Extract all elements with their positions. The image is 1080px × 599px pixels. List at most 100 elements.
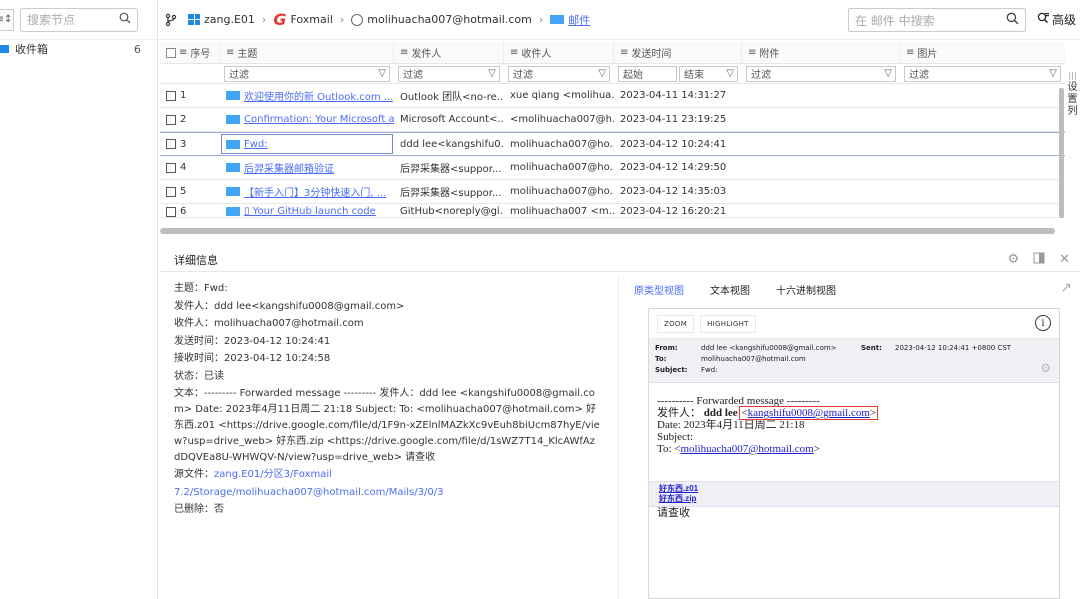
tree-item-inbox[interactable]: 收件箱 6 xyxy=(0,40,157,58)
detail-sent-time: 发送时间：2023-04-12 10:24:41 xyxy=(174,335,331,347)
row-checkbox[interactable] xyxy=(166,139,176,149)
detail-panel-header: 详细信息 ⚙ ✕ xyxy=(160,248,1080,272)
cell-time: 2023-04-12 10:24:41 xyxy=(620,138,727,150)
panel-divider[interactable] xyxy=(618,276,619,599)
cell-seq-value: 2 xyxy=(180,114,187,125)
tab-raw-view[interactable]: 原类型视图 xyxy=(634,282,684,297)
cell-to: molihuacha007@ho... xyxy=(510,138,614,150)
info-icon[interactable]: i xyxy=(1035,315,1051,331)
cell-subject[interactable]: Confirmation: Your Microsoft a... xyxy=(220,108,394,131)
settings-icon[interactable]: ⚙ xyxy=(1007,252,1019,268)
cell-attachment xyxy=(742,133,900,155)
node-tree-toolbar: ≡↕ 搜索节点 xyxy=(0,0,157,40)
sort-icon: ≡↕ xyxy=(0,14,13,25)
filter-image-input[interactable]: 过滤 ▽ xyxy=(904,65,1061,82)
gear-icon[interactable]: ⚙ xyxy=(1040,362,1051,374)
filter-icon[interactable]: ▽ xyxy=(884,68,892,79)
select-all-checkbox[interactable] xyxy=(166,47,176,58)
tab-text-view[interactable]: 文本视图 xyxy=(710,282,750,297)
column-menu-icon: ≡ xyxy=(510,47,519,58)
column-header-seq[interactable]: ≡ 序号 xyxy=(160,42,220,63)
mail-table: ≡ 序号 ≡ 主题 ≡ 发件人 ≡ 收件人 ≡ 发送时间 ≡ 附件 ≡ 图片 过滤 ▽ 过滤 ▽ … xyxy=(160,42,1065,234)
filter-from-input[interactable]: 过滤 ▽ xyxy=(398,65,500,82)
filter-icon[interactable]: ▽ xyxy=(726,68,734,79)
body-from-name: ddd lee xyxy=(703,407,738,419)
branch-icon[interactable] xyxy=(162,11,180,29)
sort-tree-button[interactable]: ≡↕ xyxy=(0,8,14,31)
filter-to-input[interactable]: 过滤 ▽ xyxy=(508,65,610,82)
filter-time-end[interactable]: 结束 ▽ xyxy=(679,65,738,82)
open-external-icon[interactable]: ↗ xyxy=(1060,280,1072,296)
filter-attachment-input[interactable]: 过滤 ▽ xyxy=(746,65,896,82)
table-horizontal-scrollbar[interactable] xyxy=(160,228,1055,234)
advanced-search-icon xyxy=(1037,12,1050,28)
table-row[interactable]: 1 欢迎使用你的新 Outlook.com ... Outlook 团队<no-… xyxy=(160,84,1065,108)
column-header-subject[interactable]: ≡ 主题 xyxy=(220,42,394,63)
cell-subject[interactable]: 【新手入门】3分钟快速入门, ... xyxy=(220,180,394,203)
body-from-email-link[interactable]: kangshifu0008@gmail.com xyxy=(748,407,870,419)
table-vertical-scrollbar[interactable] xyxy=(1059,88,1064,218)
filter-cell-to: 过滤 ▽ xyxy=(504,64,614,83)
split-view-icon[interactable] xyxy=(1033,252,1045,268)
mail-search-input[interactable]: 在 邮件 中搜索 xyxy=(848,8,1026,32)
table-row[interactable]: 6 ▯ Your GitHub launch code GitHub<norep… xyxy=(160,204,1065,218)
column-header-attachment[interactable]: ≡ 附件 xyxy=(742,42,900,63)
table-row-selected[interactable]: 3 Fwd: ddd lee<kangshifu0... molihuacha0… xyxy=(160,132,1065,156)
row-checkbox[interactable] xyxy=(166,90,176,101)
row-checkbox[interactable] xyxy=(166,114,176,125)
table-row[interactable]: 5 【新手入门】3分钟快速入门, ... 后羿采集器<suppor... mol… xyxy=(160,180,1065,204)
filter-icon[interactable]: ▽ xyxy=(378,68,386,79)
close-icon[interactable]: ✕ xyxy=(1059,252,1070,268)
column-header-image[interactable]: ≡ 图片 xyxy=(900,42,1065,63)
header-sent-value: 2023-04-12 10:24:41 +0800 CST xyxy=(895,344,1012,352)
tree-item-count: 6 xyxy=(134,42,141,56)
body-to-email-link[interactable]: molihuacha007@hotmail.com xyxy=(680,443,813,455)
filter-icon[interactable]: ▽ xyxy=(1049,68,1057,79)
breadcrumb-folder[interactable]: 邮件 xyxy=(568,12,590,28)
cell-subject[interactable]: 后羿采集器邮箱验证 xyxy=(220,156,394,179)
filter-subject-input[interactable]: 过滤 ▽ xyxy=(224,65,390,82)
attachment-link[interactable]: 好东西.z01 xyxy=(659,484,1051,494)
column-menu-icon: ≡ xyxy=(179,47,188,58)
node-search-input[interactable]: 搜索节点 xyxy=(20,7,138,32)
cell-seq-value: 1 xyxy=(180,90,187,101)
detail-source-link[interactable]: zang.E01/分区3/Foxmail 7.2/Storage/molihua… xyxy=(174,469,443,498)
header-subject-key: Subject: xyxy=(655,366,688,374)
row-checkbox[interactable] xyxy=(166,186,176,197)
body-to-line: To: <molihuacha007@hotmail.com> xyxy=(657,443,820,455)
column-menu-icon: ≡ xyxy=(620,47,629,58)
tab-hex-view[interactable]: 十六进制视图 xyxy=(776,282,836,297)
highlight-button[interactable]: HIGHLIGHT xyxy=(700,314,756,333)
column-menu-icon: ≡ xyxy=(748,47,757,58)
filter-time-start[interactable]: 起始 xyxy=(618,65,677,82)
column-header-time[interactable]: ≡ 发送时间 xyxy=(614,42,742,63)
column-header-from[interactable]: ≡ 发件人 xyxy=(394,42,504,63)
filter-icon[interactable]: ▽ xyxy=(598,68,606,79)
breadcrumb-app[interactable]: Foxmail xyxy=(290,13,332,26)
column-settings-label: 置 xyxy=(1067,94,1078,105)
column-settings-icon: ||| xyxy=(1068,71,1077,80)
cell-subject[interactable]: ▯ Your GitHub launch code xyxy=(220,206,394,217)
row-checkbox[interactable] xyxy=(166,162,176,173)
filter-placeholder: 过滤 xyxy=(513,70,533,81)
cell-subject[interactable]: Fwd: xyxy=(220,133,394,155)
column-settings-button[interactable]: ||| 设 置 列 xyxy=(1065,42,1080,232)
table-header: ≡ 序号 ≡ 主题 ≡ 发件人 ≡ 收件人 ≡ 发送时间 ≡ 附件 ≡ 图片 xyxy=(160,42,1065,64)
column-header-to[interactable]: ≡ 收件人 xyxy=(504,42,614,63)
filter-cell-from: 过滤 ▽ xyxy=(394,64,504,83)
table-row[interactable]: 4 后羿采集器邮箱验证 后羿采集器<suppor... molihuacha00… xyxy=(160,156,1065,180)
row-checkbox[interactable] xyxy=(166,206,176,217)
breadcrumb-device[interactable]: zang.E01 xyxy=(204,13,255,26)
cell-subject[interactable]: 欢迎使用你的新 Outlook.com ... xyxy=(220,84,394,107)
cell-from: ddd lee<kangshifu0... xyxy=(400,138,504,150)
cell-time: 2023-04-11 23:19:25 xyxy=(620,114,727,125)
cell-to: molihuacha007@ho... xyxy=(510,162,614,173)
advanced-search-button[interactable]: 高级 xyxy=(1037,11,1076,28)
table-row[interactable]: 2 Confirmation: Your Microsoft a... Micr… xyxy=(160,108,1065,132)
breadcrumb-account[interactable]: molihuacha007@hotmail.com xyxy=(367,13,532,26)
filter-icon[interactable]: ▽ xyxy=(488,68,496,79)
attachment-link[interactable]: 好东西.zip xyxy=(659,494,1051,504)
header-to-key: To: xyxy=(655,355,667,363)
column-menu-icon: ≡ xyxy=(226,47,235,58)
zoom-button[interactable]: ZOOM xyxy=(657,314,695,333)
